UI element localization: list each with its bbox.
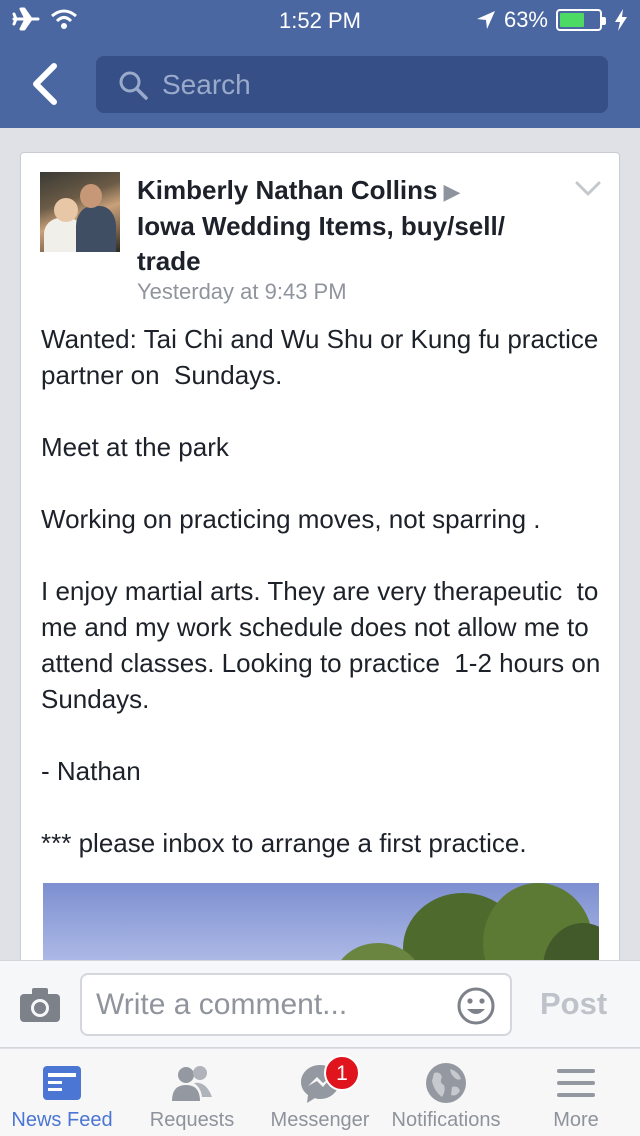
search-placeholder: Search: [162, 68, 251, 100]
tab-messenger[interactable]: 1 Messenger: [256, 1049, 384, 1136]
post-paragraph: I enjoy martial arts. They are very ther…: [41, 576, 608, 714]
battery-fill: [560, 13, 584, 27]
post-paragraph: *** please inbox to arrange a first prac…: [41, 828, 527, 858]
tab-news-feed[interactable]: News Feed: [0, 1049, 124, 1136]
location-arrow-icon: [476, 11, 495, 29]
camera-icon[interactable]: [18, 985, 62, 1025]
smiley-icon[interactable]: [456, 986, 496, 1026]
post-card: Kimberly Nathan Collins ▶ Iowa Wedding It…: [20, 152, 620, 972]
triangle-right-icon: ▶: [443, 179, 461, 204]
tab-label: Messenger: [270, 1109, 370, 1131]
group-name[interactable]: Iowa Wedding Items, buy/sell/ trade: [137, 211, 505, 276]
news-feed-icon: [43, 1066, 81, 1100]
post-button[interactable]: Post: [540, 986, 607, 1022]
post-paragraph: - Nathan: [41, 756, 141, 786]
comment-placeholder: Write a comment...: [96, 988, 348, 1021]
avatar-face: [54, 198, 78, 222]
avatar-face: [80, 184, 102, 208]
friends-icon: [172, 1066, 212, 1101]
post-photo[interactable]: [43, 883, 599, 971]
charging-bolt-icon: [615, 9, 627, 31]
tab-label: Notifications: [391, 1109, 501, 1131]
messenger-badge: 1: [324, 1055, 360, 1091]
tab-notifications[interactable]: Notifications: [384, 1049, 508, 1136]
search-input[interactable]: Search: [96, 56, 608, 113]
status-bar: 1:52 PM 63%: [0, 0, 640, 40]
search-icon: [119, 71, 148, 100]
avatar[interactable]: [40, 172, 120, 252]
tab-requests[interactable]: Requests: [128, 1049, 256, 1136]
tab-label: News Feed: [11, 1109, 113, 1131]
chevron-left-icon[interactable]: [28, 62, 62, 106]
tab-label: More: [553, 1109, 599, 1131]
post-header: Kimberly Nathan Collins ▶ Iowa Wedding It…: [137, 173, 557, 279]
avatar-figure: [76, 206, 116, 252]
post-body: Wanted: Tai Chi and Wu Shu or Kung fu pr…: [41, 321, 606, 861]
status-right: 63%: [476, 7, 628, 33]
comment-input[interactable]: Write a comment...: [80, 973, 512, 1036]
tab-more[interactable]: More: [512, 1049, 640, 1136]
post-paragraph: Working on practicing moves, not sparrin…: [41, 504, 541, 534]
tab-bar: News Feed Requests 1 Messenger Notificat…: [0, 1049, 640, 1136]
post-paragraph: Wanted: Tai Chi and Wu Shu or Kung fu pr…: [41, 324, 606, 390]
tab-label: Requests: [149, 1109, 235, 1131]
author-name[interactable]: Kimberly Nathan Collins: [137, 175, 438, 205]
post-timestamp[interactable]: Yesterday at 9:43 PM: [137, 279, 347, 305]
menu-icon: [557, 1069, 595, 1097]
chevron-down-icon[interactable]: [575, 179, 601, 199]
comment-bar: Write a comment... Post: [0, 960, 640, 1048]
top-bar: 1:52 PM 63% Search: [0, 0, 640, 128]
battery-percent: 63%: [503, 7, 548, 32]
post-paragraph: Meet at the park: [41, 432, 229, 462]
globe-icon: [426, 1063, 466, 1103]
battery-icon: [556, 9, 606, 31]
